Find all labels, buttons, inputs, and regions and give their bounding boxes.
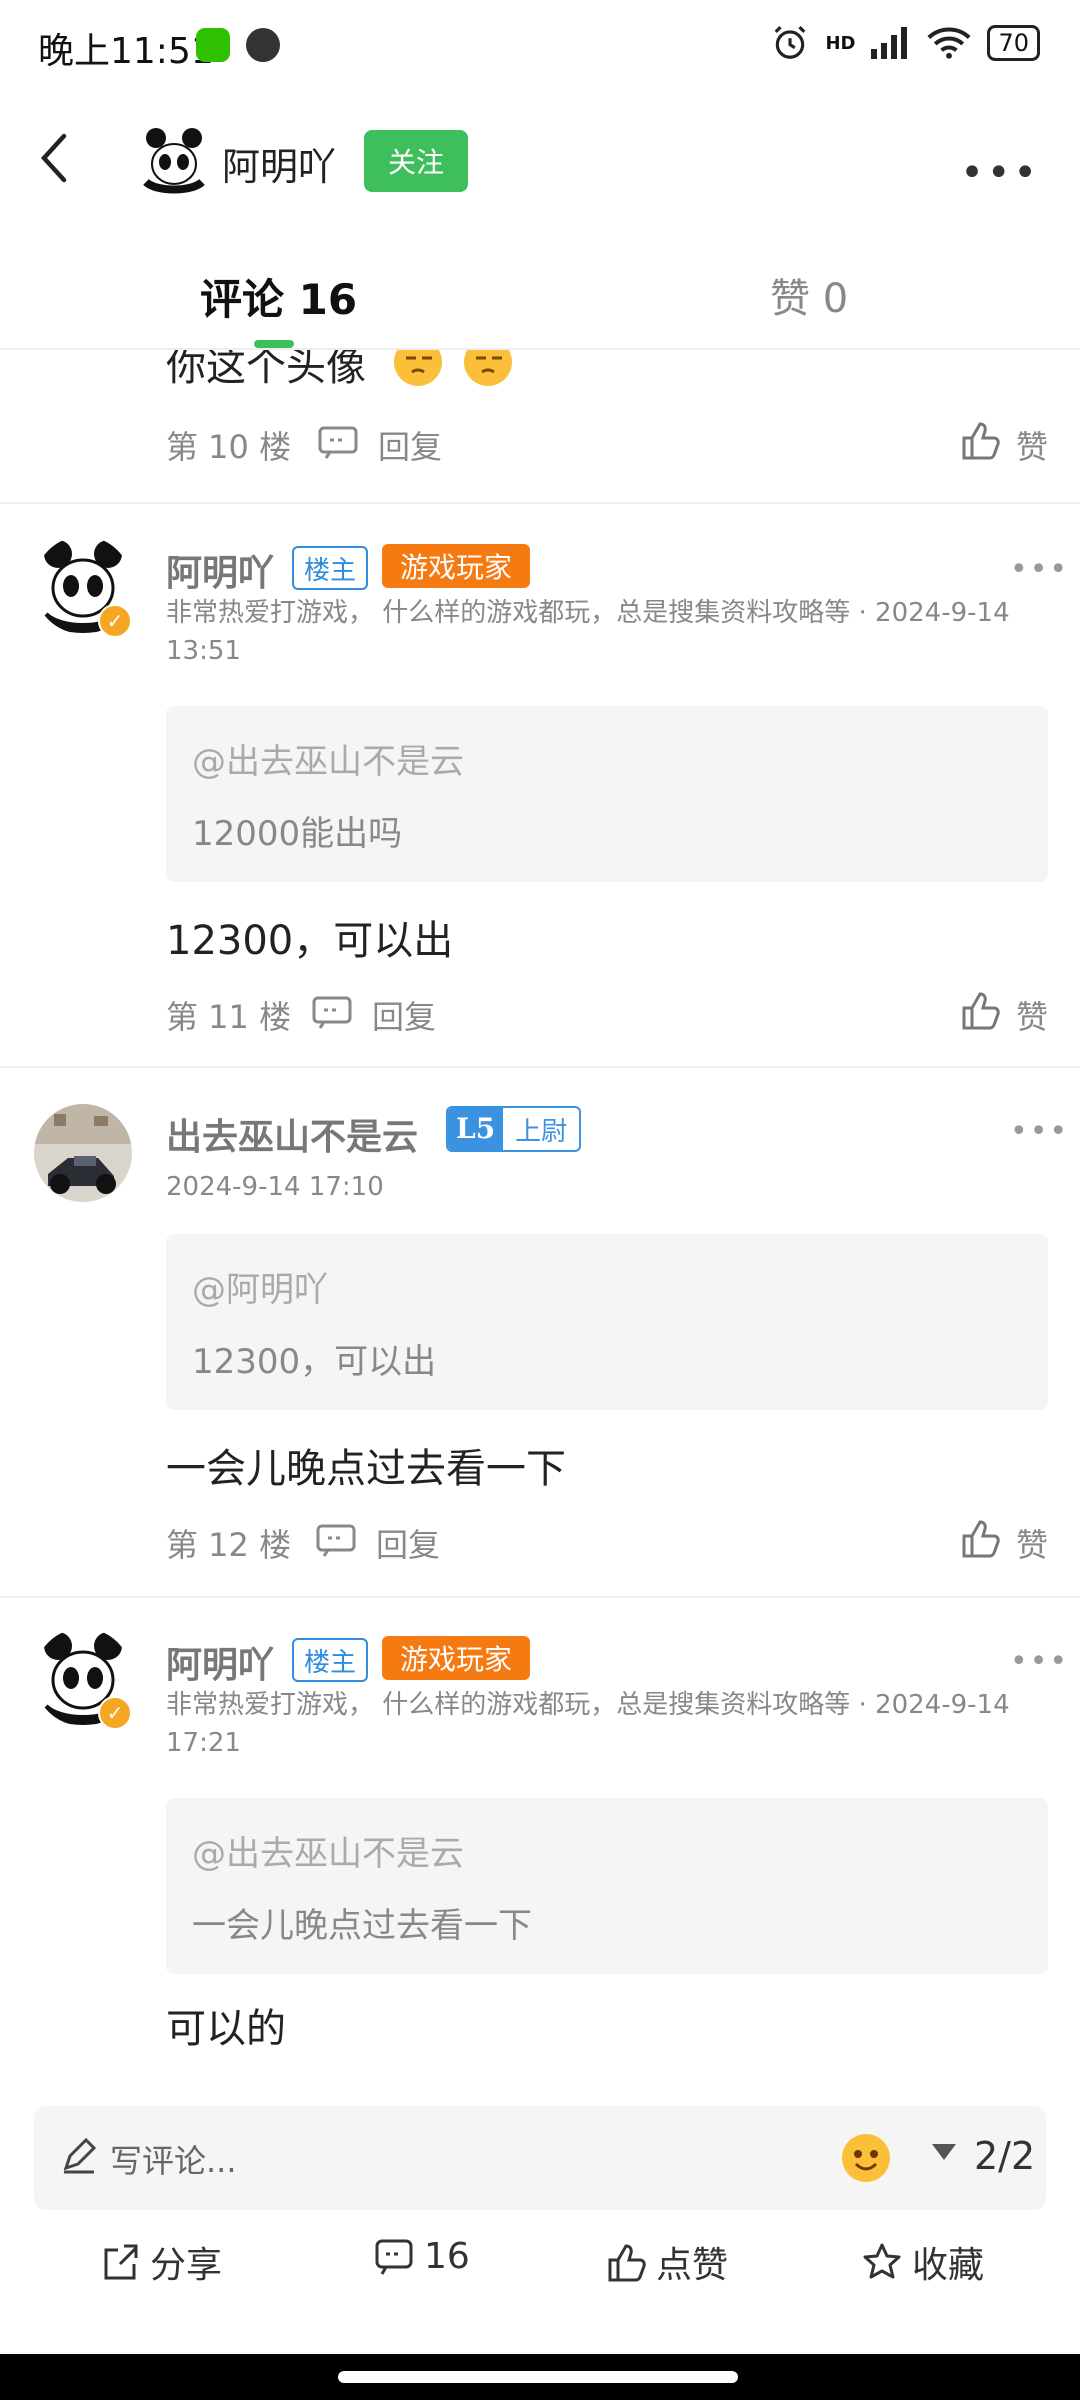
quote-text: 12300，可以出 [192,1342,437,1382]
gamer-title-badge: 游戏玩家 [382,1636,531,1680]
reply-icon[interactable] [316,1524,356,1558]
comment-meta: 2024-9-14 17:10 [166,1168,1056,1206]
owner-badge: 楼主 [292,546,369,590]
reply-button[interactable]: 回复 [376,1520,440,1566]
like-button[interactable]: 赞 [1016,992,1048,1038]
pencil-icon [63,2138,97,2174]
favorite-label: 收藏 [912,2245,985,2286]
home-gesture-handle[interactable] [338,2371,738,2383]
like-button[interactable]: 赞 [1016,422,1048,468]
reply-button[interactable]: 回复 [372,992,436,1038]
meta-line2: 17:21 [166,1728,241,1758]
floor-number: 第 12 楼 [166,1526,292,1564]
comments-button[interactable]: 16 [374,2236,470,2277]
commenter-avatar[interactable] [34,1104,132,1202]
like-post-button[interactable]: 点赞 [606,2236,728,2288]
star-icon [863,2243,901,2279]
like-post-label: 点赞 [656,2245,729,2286]
comment-more-icon[interactable]: ••• [1010,552,1069,587]
level-label: L5 [448,1108,504,1150]
wechat-icon [196,28,230,62]
commenter-name[interactable]: 阿明吖 [166,1636,274,1688]
quote-author[interactable]: @出去巫山不是云 [192,1826,464,1875]
like-button[interactable]: 赞 [1016,1520,1048,1566]
quote-text: 12000能出吗 [192,814,403,854]
floor-number: 第 11 楼 [166,998,292,1036]
follow-button[interactable]: 关注 [364,130,468,192]
meta-line1: 非常热爱打游戏， 什么样的游戏都玩，总是搜集资料攻略等 · 2024-9-14 [166,1690,1010,1720]
app-notification-icon [246,28,280,62]
comment-icon [375,2239,413,2275]
comment-count: 16 [424,2236,470,2277]
comment-text: 12300，可以出 [166,918,454,964]
battery-indicator: 70 [987,25,1040,61]
like-icon[interactable] [960,1518,1000,1558]
page-indicator[interactable]: 2/2 [974,2134,1035,2178]
comment-item: ✓ 阿明吖 楼主 游戏玩家 ••• 非常热爱打游戏， 什么样的游戏都玩，总是搜集… [0,504,1080,1064]
more-options-icon[interactable]: ••• [960,150,1040,196]
page-dropdown-icon[interactable] [932,2144,956,2160]
comment-feed[interactable]: 你这个头像 第 10 楼 回复 赞 ✓ 阿明吖 楼主 游戏玩家 ••• 非常热爱… [0,350,1080,2068]
comment-meta: 非常热爱打游戏， 什么样的游戏都玩，总是搜集资料攻略等 · 2024-9-14 … [166,1686,1056,1762]
reply-icon[interactable] [318,426,358,460]
meta-line2: 13:51 [166,636,241,666]
alarm-icon [775,26,806,59]
quoted-reply[interactable]: @阿明吖 12300，可以出 [166,1234,1048,1410]
share-button[interactable]: 分享 [100,2236,222,2288]
back-arrow-icon[interactable] [30,128,80,188]
signal-icon [871,27,908,59]
comment-item: ✓ 阿明吖 楼主 游戏玩家 ••• 非常热爱打游戏， 什么样的游戏都玩，总是搜集… [0,1598,1080,2068]
commenter-name[interactable]: 阿明吖 [166,544,274,596]
emoji-icon [394,350,442,386]
comment-compose-bar[interactable]: 写评论... 2/2 [34,2106,1046,2210]
tab-comments[interactable]: 评论 16 [200,266,357,327]
comment-text: 可以的 [166,2006,286,2052]
reply-button[interactable]: 回复 [378,422,442,468]
commenter-name[interactable]: 出去巫山不是云 [166,1108,418,1160]
comment-item: 出去巫山不是云 L5 上尉 ••• 2024-9-14 17:10 @阿明吖 1… [0,1068,1080,1594]
action-bar: 分享 16 点赞 收藏 [0,2236,1080,2296]
comment-meta: 非常热爱打游戏， 什么样的游戏都玩，总是搜集资料攻略等 · 2024-9-14 … [166,594,1056,670]
rank-label: 上尉 [515,1116,568,1147]
quote-author[interactable]: @出去巫山不是云 [192,734,464,783]
floor-number: 第 10 楼 [166,428,292,466]
status-time: 晚上11:51 [38,31,214,72]
wifi-icon [927,27,972,59]
level-badge: L5 上尉 [446,1106,582,1152]
status-bar: 晚上11:51 HD 70 [0,0,1080,90]
author-name[interactable]: 阿明吖 [222,136,336,191]
share-icon [104,2244,138,2280]
like-icon[interactable] [960,420,1000,460]
share-label: 分享 [150,2245,223,2286]
comment-partial-top: 你这个头像 第 10 楼 回复 赞 [0,350,1080,500]
verified-badge-icon: ✓ [98,1696,132,1730]
emoji-icon [464,350,512,386]
verified-badge-icon: ✓ [98,604,132,638]
quoted-reply[interactable]: @出去巫山不是云 12000能出吗 [166,706,1048,882]
network-label: HD [825,32,856,54]
gamer-title-badge: 游戏玩家 [382,544,531,588]
reply-icon[interactable] [312,996,352,1030]
owner-badge: 楼主 [292,1638,369,1682]
quote-author[interactable]: @阿明吖 [192,1262,328,1311]
author-avatar[interactable] [138,124,210,196]
meta-line1: 非常热爱打游戏， 什么样的游戏都玩，总是搜集资料攻略等 · 2024-9-14 [166,598,1010,628]
meta-line1: 2024-9-14 17:10 [166,1172,384,1202]
status-right: HD 70 [771,24,1040,62]
comment-more-icon[interactable]: ••• [1010,1114,1069,1149]
quoted-reply[interactable]: @出去巫山不是云 一会儿晚点过去看一下 [166,1798,1048,1974]
tab-indicator [254,340,294,348]
thumbs-up-icon [608,2244,646,2282]
comment-more-icon[interactable]: ••• [1010,1644,1069,1679]
quote-text: 一会儿晚点过去看一下 [192,1906,532,1946]
comment-input[interactable]: 写评论... [110,2136,237,2182]
comment-text: 你这个头像 [166,350,366,390]
comment-text: 一会儿晚点过去看一下 [166,1446,566,1492]
favorite-button[interactable]: 收藏 [862,2236,984,2288]
like-icon[interactable] [960,990,1000,1030]
emoji-picker-icon[interactable] [840,2132,892,2184]
tab-likes[interactable]: 赞 0 [770,266,848,324]
